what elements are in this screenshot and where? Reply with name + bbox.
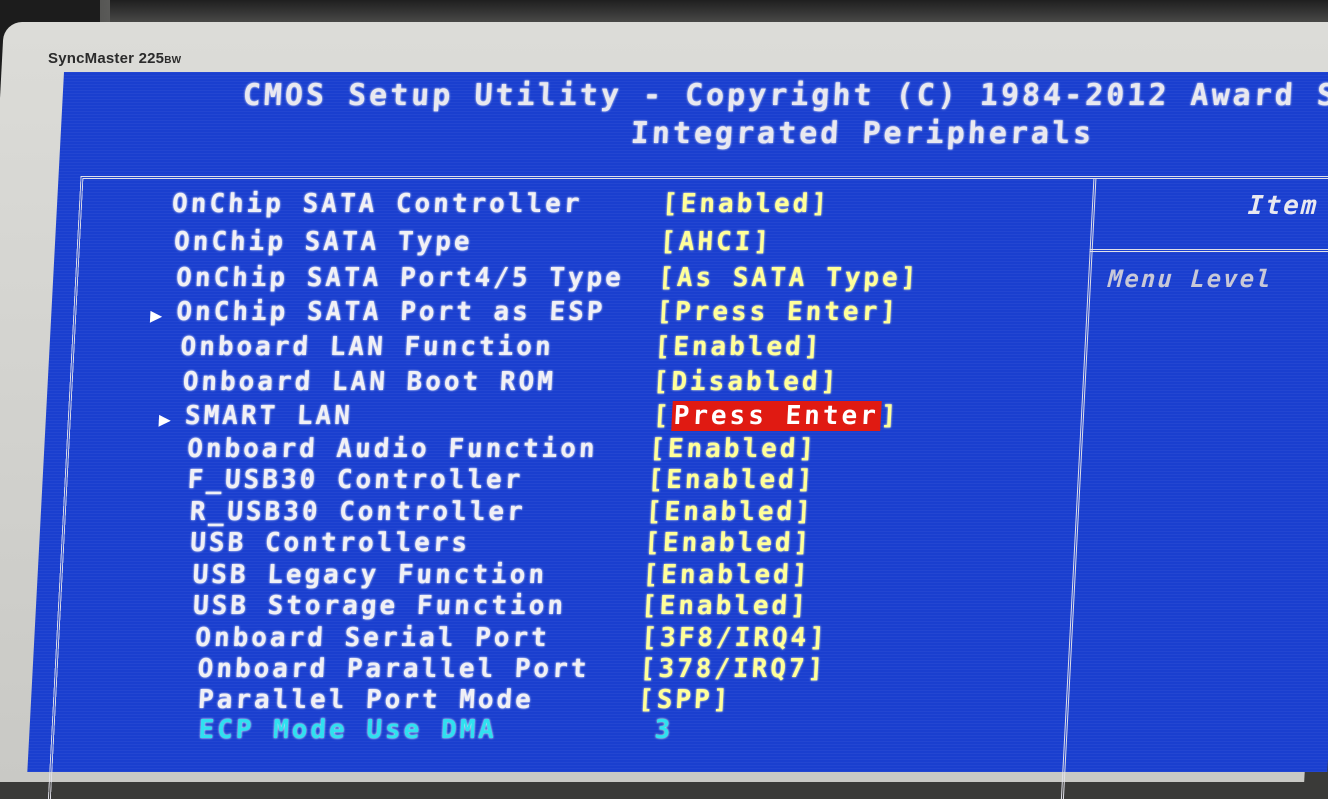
- setting-label: USB Storage Function: [192, 591, 567, 621]
- setting-value[interactable]: [Enabled]: [642, 560, 811, 590]
- setting-row[interactable]: F_USB30 Controller [Enabled]: [67, 465, 1069, 499]
- setting-value[interactable]: [Enabled]: [647, 465, 816, 495]
- setting-row[interactable]: OnChip SATA Controller [Enabled]: [81, 189, 1083, 223]
- setting-row[interactable]: Onboard LAN Boot ROM [Disabled]: [72, 367, 1074, 401]
- monitor-brand-name: SyncMaster 225: [48, 50, 165, 67]
- setting-label: Parallel Port Mode: [197, 685, 535, 715]
- setting-label: R_USB30 Controller: [189, 497, 527, 527]
- setting-value[interactable]: [3F8/IRQ4]: [641, 623, 829, 653]
- setting-label: ECP Mode Use DMA: [197, 715, 498, 745]
- setting-row[interactable]: R_USB30 Controller [Enabled]: [65, 497, 1067, 531]
- monitor-brand-suffix: BW: [164, 55, 182, 66]
- setting-row[interactable]: ▶ SMART LAN [Press Enter]: [70, 401, 1072, 435]
- setting-label: USB Legacy Function: [191, 560, 548, 590]
- setting-label: Onboard Parallel Port: [196, 654, 591, 684]
- submenu-arrow-icon: ▶: [149, 303, 163, 327]
- page-title: Integrated Peripherals: [629, 116, 1096, 151]
- setting-row[interactable]: OnChip SATA Type [AHCI]: [79, 227, 1081, 261]
- submenu-arrow-icon: ▶: [158, 407, 172, 431]
- setting-value[interactable]: [Press Enter]: [652, 401, 900, 431]
- setting-label: OnChip SATA Controller: [171, 189, 584, 219]
- settings-frame: Item Menu Level OnChip SATA Controller [E…: [47, 176, 1328, 799]
- help-divider: [1089, 249, 1328, 252]
- setting-label: Onboard LAN Boot ROM: [181, 367, 557, 397]
- setting-row[interactable]: Onboard Audio Function [Enabled]: [68, 434, 1070, 468]
- setting-value[interactable]: [Press Enter]: [656, 297, 900, 327]
- setting-value[interactable]: [Enabled]: [648, 434, 817, 464]
- utility-title: CMOS Setup Utility - Copyright (C) 1984-…: [241, 78, 1328, 113]
- setting-value[interactable]: [Enabled]: [654, 332, 823, 362]
- monitor-brand: SyncMaster 225BW: [48, 50, 181, 67]
- setting-value[interactable]: [378/IRQ7]: [639, 654, 827, 684]
- setting-value[interactable]: [Enabled]: [661, 189, 830, 219]
- menu-level-label: Menu Level: [1107, 265, 1274, 293]
- setting-row[interactable]: Onboard Serial Port [3F8/IRQ4]: [58, 623, 1060, 657]
- setting-value[interactable]: [AHCI]: [659, 227, 772, 257]
- setting-row[interactable]: ECP Mode Use DMA 3: [54, 715, 1056, 749]
- setting-label: Onboard LAN Function: [179, 332, 555, 362]
- setting-row[interactable]: USB Storage Function [Enabled]: [60, 591, 1062, 625]
- setting-row[interactable]: OnChip SATA Port4/5 Type [As SATA Type]: [77, 263, 1079, 297]
- bios-screen: CMOS Setup Utility - Copyright (C) 1984-…: [27, 72, 1328, 799]
- item-help-header: Item: [1247, 191, 1320, 221]
- setting-label: OnChip SATA Port4/5 Type: [175, 263, 625, 293]
- setting-row[interactable]: Onboard Parallel Port [378/IRQ7]: [57, 654, 1059, 688]
- setting-label: SMART LAN: [184, 401, 354, 431]
- setting-label: F_USB30 Controller: [186, 465, 525, 495]
- setting-label: Onboard Serial Port: [194, 623, 551, 653]
- value-bracket-open: [: [652, 401, 673, 431]
- setting-row[interactable]: Parallel Port Mode [SPP]: [55, 685, 1057, 719]
- value-bracket-close: ]: [880, 401, 901, 431]
- setting-label: OnChip SATA Port as ESP: [175, 297, 607, 327]
- setting-row[interactable]: Onboard LAN Function [Enabled]: [74, 332, 1076, 366]
- setting-row[interactable]: ▶ OnChip SATA Port as ESP [Press Enter]: [75, 297, 1077, 331]
- setting-value[interactable]: 3: [654, 715, 674, 745]
- setting-label: USB Controllers: [189, 528, 471, 558]
- setting-row[interactable]: USB Legacy Function [Enabled]: [62, 560, 1064, 594]
- setting-value[interactable]: [Enabled]: [645, 497, 814, 527]
- setting-label: OnChip SATA Type: [173, 227, 474, 257]
- selected-value-highlight[interactable]: Press Enter: [670, 401, 882, 431]
- setting-value[interactable]: [Enabled]: [644, 528, 813, 558]
- setting-value[interactable]: [Enabled]: [640, 591, 809, 621]
- setting-value[interactable]: [As SATA Type]: [657, 263, 920, 293]
- setting-value[interactable]: [SPP]: [637, 685, 732, 715]
- setting-row[interactable]: USB Controllers [Enabled]: [63, 528, 1065, 562]
- setting-value[interactable]: [Disabled]: [652, 367, 840, 397]
- setting-label: Onboard Audio Function: [186, 434, 599, 464]
